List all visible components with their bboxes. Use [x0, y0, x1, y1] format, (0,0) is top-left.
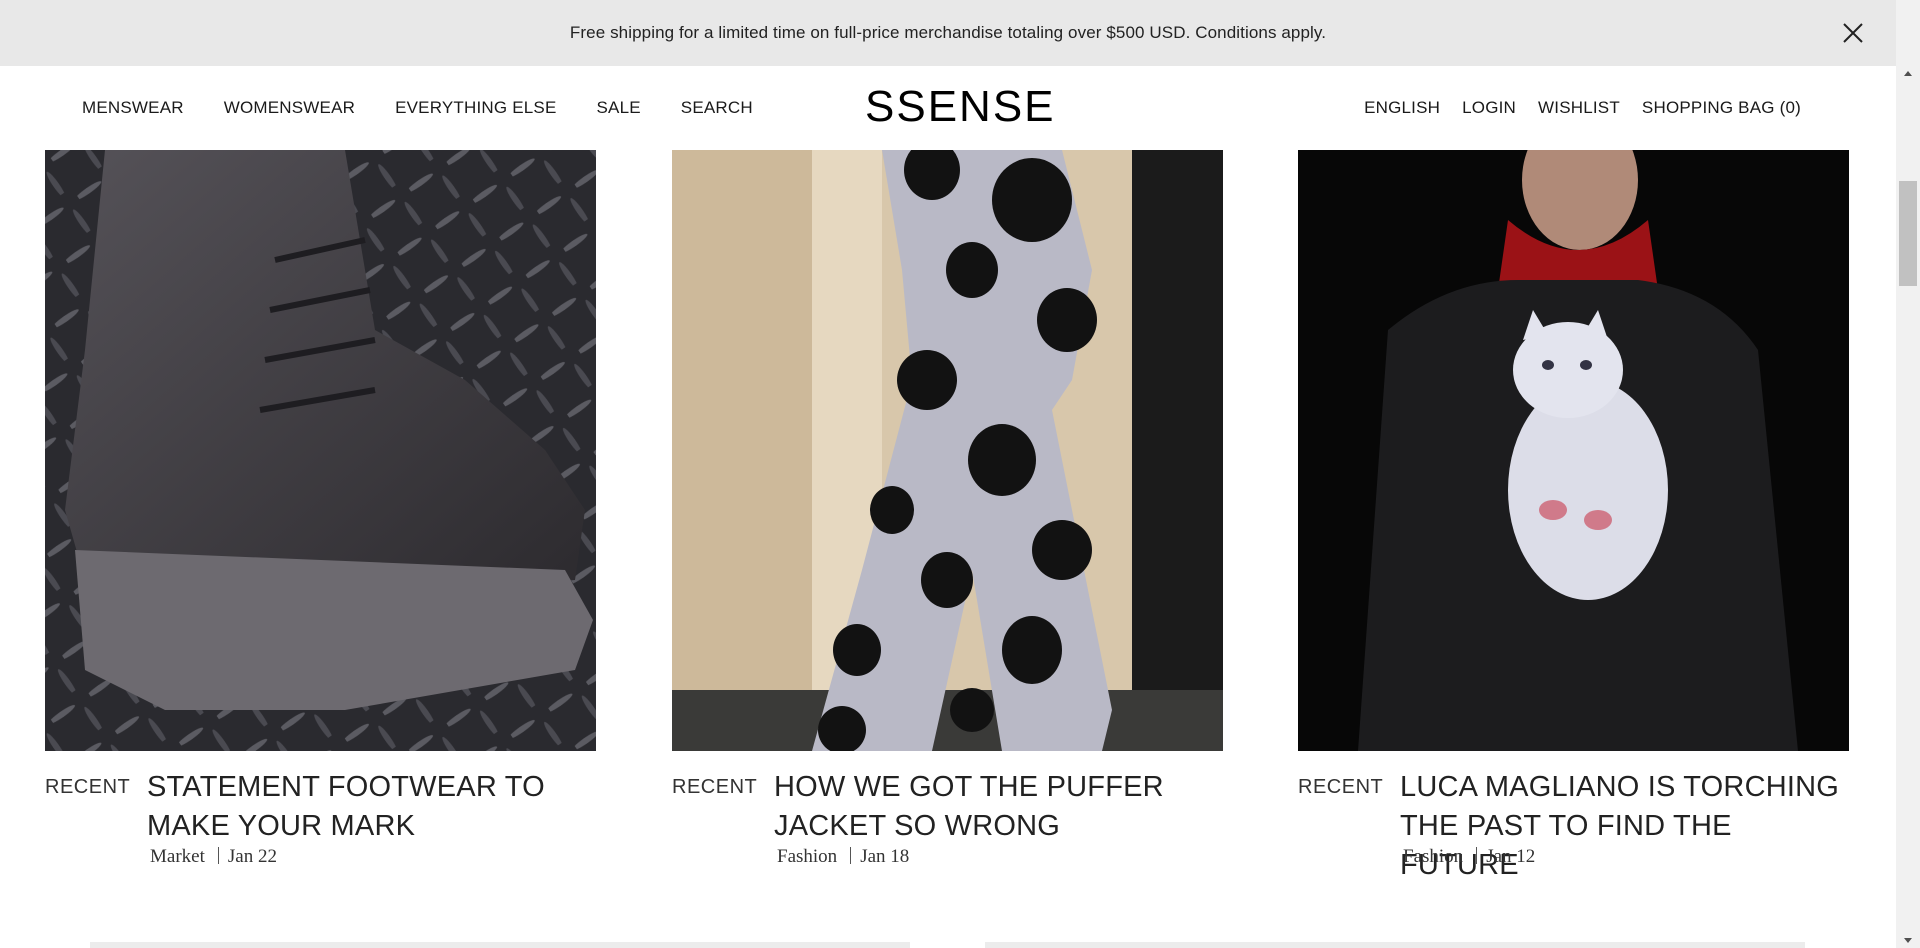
article-byline: Market Jan 22 — [150, 846, 277, 868]
article-date: Jan 18 — [860, 846, 910, 867]
article-category[interactable]: Fashion — [777, 846, 837, 867]
article-date: Jan 12 — [1486, 846, 1536, 867]
article-meta: RECENT LUCA MAGLIANO IS TORCHING THE PAS… — [1298, 751, 1849, 881]
article-category[interactable]: Market — [150, 846, 205, 867]
site-header: MENSWEAR WOMENSWEAR EVERYTHING ELSE SALE… — [0, 66, 1896, 150]
article-category[interactable]: Fashion — [1403, 846, 1463, 867]
scroll-thumb[interactable] — [1899, 181, 1917, 286]
nav-sale[interactable]: SALE — [597, 98, 641, 118]
site-logo[interactable]: SSENSE — [865, 82, 1056, 132]
article-image-boot[interactable] — [45, 150, 596, 751]
close-icon[interactable] — [1840, 20, 1866, 46]
nav-search[interactable]: SEARCH — [681, 98, 753, 118]
article-tag: RECENT — [1298, 776, 1384, 798]
article-card[interactable]: RECENT LUCA MAGLIANO IS TORCHING THE PAS… — [1298, 150, 1849, 881]
article-image-cat-sweater[interactable] — [1298, 150, 1849, 751]
article-title[interactable]: HOW WE GOT THE PUFFER JACKET SO WRONG — [774, 768, 1223, 846]
scroll-down-icon[interactable] — [1896, 932, 1920, 948]
promo-text: Free shipping for a limited time on full… — [569, 23, 1327, 42]
article-byline: Fashion Jan 12 — [1403, 846, 1535, 868]
nav-menswear[interactable]: MENSWEAR — [82, 98, 184, 118]
next-card-edge — [90, 942, 910, 948]
scroll-up-icon[interactable] — [1896, 66, 1920, 82]
scrollbar-track-top — [1896, 0, 1920, 66]
account-nav: ENGLISH LOGIN WISHLIST SHOPPING BAG (0) — [1364, 66, 1801, 150]
promo-banner: Free shipping for a limited time on full… — [0, 0, 1896, 66]
article-meta: RECENT STATEMENT FOOTWEAR TO MAKE YOUR M… — [45, 751, 596, 881]
article-card[interactable]: RECENT HOW WE GOT THE PUFFER JACKET SO W… — [672, 150, 1223, 881]
primary-nav: MENSWEAR WOMENSWEAR EVERYTHING ELSE SALE… — [82, 66, 753, 150]
article-title[interactable]: STATEMENT FOOTWEAR TO MAKE YOUR MARK — [147, 768, 596, 846]
article-meta: RECENT HOW WE GOT THE PUFFER JACKET SO W… — [672, 751, 1223, 881]
wishlist-link[interactable]: WISHLIST — [1538, 98, 1620, 118]
article-image-polka-dot[interactable] — [672, 150, 1223, 751]
article-tag: RECENT — [45, 776, 131, 798]
article-card[interactable]: RECENT STATEMENT FOOTWEAR TO MAKE YOUR M… — [45, 150, 596, 881]
page-scrollbar[interactable] — [1896, 66, 1920, 948]
article-tag: RECENT — [672, 776, 758, 798]
login-link[interactable]: LOGIN — [1462, 98, 1516, 118]
next-card-edge — [985, 942, 1805, 948]
shopping-bag-link[interactable]: SHOPPING BAG (0) — [1642, 98, 1801, 118]
article-byline: Fashion Jan 18 — [777, 846, 909, 868]
divider — [217, 847, 219, 864]
nav-everything-else[interactable]: EVERYTHING ELSE — [395, 98, 556, 118]
nav-womenswear[interactable]: WOMENSWEAR — [224, 98, 355, 118]
divider — [850, 847, 852, 864]
article-date: Jan 22 — [227, 846, 277, 867]
language-selector[interactable]: ENGLISH — [1364, 98, 1440, 118]
divider — [1476, 847, 1478, 864]
